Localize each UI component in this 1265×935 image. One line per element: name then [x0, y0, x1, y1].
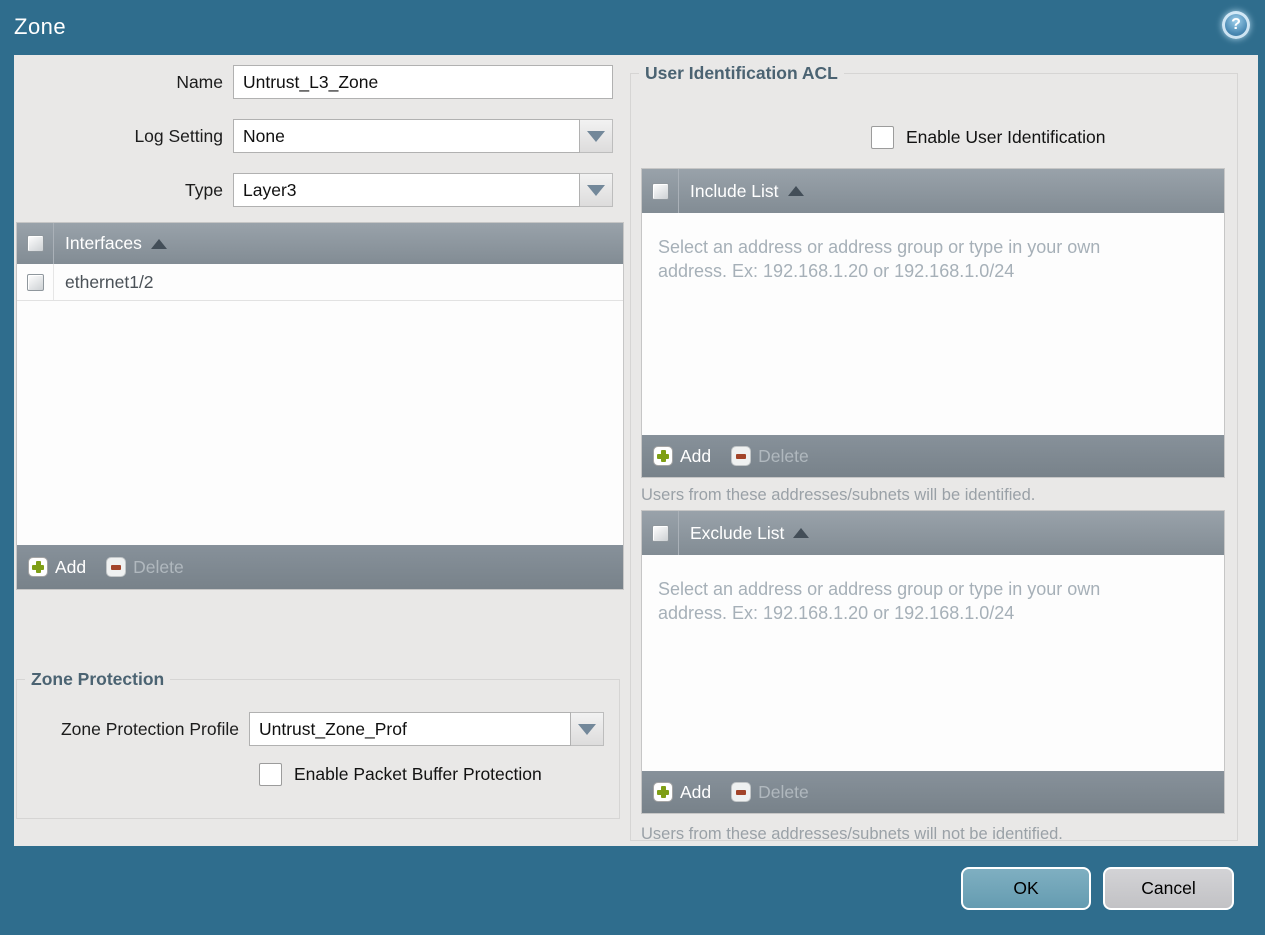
- packet-buffer-protection-row: Enable Packet Buffer Protection: [259, 763, 542, 786]
- exclude-list-table: Exclude List Select an address or addres…: [641, 510, 1225, 814]
- delete-button[interactable]: Delete: [106, 557, 184, 578]
- name-label: Name: [176, 71, 223, 92]
- exclude-list-placeholder: Select an address or address group or ty…: [658, 579, 1101, 624]
- zone-protection-legend: Zone Protection: [31, 669, 165, 689]
- exclude-list-footer: Add Delete: [642, 771, 1224, 813]
- plus-icon: [653, 782, 673, 802]
- interfaces-header-checkbox-cell: [17, 223, 54, 264]
- minus-icon: [106, 557, 127, 577]
- exclude-list-body[interactable]: Select an address or address group or ty…: [642, 555, 1224, 771]
- exclude-delete-button-label: Delete: [758, 781, 809, 802]
- interface-name: ethernet1/2: [65, 271, 154, 292]
- plus-icon: [653, 446, 673, 466]
- sort-ascending-icon: [787, 186, 804, 196]
- sort-ascending-icon: [150, 238, 167, 249]
- include-add-button-label: Add: [680, 445, 712, 466]
- enable-user-identification-label: Enable User Identification: [906, 127, 1106, 147]
- include-list-select-all-checkbox[interactable]: [651, 182, 669, 200]
- include-delete-button[interactable]: Delete: [731, 446, 809, 467]
- table-row[interactable]: ethernet1/2: [17, 264, 623, 301]
- include-list-placeholder: Select an address or address group or ty…: [658, 237, 1101, 282]
- include-list-header-checkbox-cell: [642, 169, 679, 213]
- interfaces-select-all-checkbox[interactable]: [26, 235, 44, 252]
- type-dropdown-button[interactable]: [580, 173, 613, 207]
- interface-row-checkbox-cell: [17, 264, 54, 300]
- exclude-list-header[interactable]: Exclude List: [642, 511, 1224, 555]
- include-list-hint: Users from these addresses/subnets will …: [641, 486, 1036, 504]
- zone-protection-profile-label: Zone Protection Profile: [60, 718, 239, 739]
- zone-protection-group: Zone Protection Zone Protection Profile …: [16, 669, 620, 819]
- chevron-down-icon: [587, 130, 605, 142]
- include-list-header-label: Include List: [690, 180, 779, 201]
- include-list-header[interactable]: Include List: [642, 169, 1224, 213]
- exclude-add-button[interactable]: Add: [653, 782, 711, 803]
- interfaces-table-body: ethernet1/2: [17, 264, 623, 545]
- packet-buffer-protection-label: Enable Packet Buffer Protection: [294, 764, 542, 784]
- minus-icon: [731, 446, 752, 466]
- name-input[interactable]: [233, 65, 613, 99]
- user-identification-acl-group: User Identification ACL Enable User Iden…: [630, 63, 1238, 843]
- include-list-body[interactable]: Select an address or address group or ty…: [642, 213, 1224, 435]
- plus-icon: [28, 557, 48, 577]
- type-label: Type: [185, 179, 223, 200]
- chevron-down-icon: [578, 723, 596, 735]
- interfaces-table-header[interactable]: Interfaces: [17, 223, 623, 264]
- include-list-table: Include List Select an address or addres…: [641, 168, 1225, 478]
- log-setting-input[interactable]: [233, 119, 580, 153]
- interfaces-table: Interfaces ethernet1/2 Add Delete: [16, 222, 624, 590]
- cancel-button[interactable]: Cancel: [1103, 867, 1234, 910]
- type-input[interactable]: [233, 173, 580, 207]
- exclude-add-button-label: Add: [680, 781, 712, 802]
- include-add-button[interactable]: Add: [653, 446, 711, 467]
- sort-ascending-icon: [793, 528, 810, 538]
- exclude-list-header-label: Exclude List: [690, 522, 785, 543]
- add-button[interactable]: Add: [28, 557, 86, 578]
- help-icon[interactable]: ?: [1222, 11, 1250, 39]
- exclude-list-header-checkbox-cell: [642, 511, 679, 555]
- log-setting-label: Log Setting: [134, 125, 223, 146]
- log-setting-field-row: Log Setting: [14, 119, 613, 153]
- name-field-row: Name: [14, 65, 613, 99]
- interfaces-table-footer: Add Delete: [17, 545, 623, 589]
- interface-row-checkbox[interactable]: [26, 273, 44, 291]
- dialog-body: Name Log Setting Type Interfaces: [14, 55, 1258, 846]
- enable-user-identification-row: Enable User Identification: [871, 126, 1105, 149]
- include-list-footer: Add Delete: [642, 435, 1224, 477]
- exclude-list-select-all-checkbox[interactable]: [651, 524, 669, 542]
- log-setting-dropdown-button[interactable]: [580, 119, 613, 153]
- enable-user-identification-checkbox[interactable]: [871, 126, 894, 149]
- type-field-row: Type: [14, 173, 613, 207]
- exclude-list-hint: Users from these addresses/subnets will …: [641, 825, 1063, 843]
- ok-button[interactable]: OK: [961, 867, 1091, 910]
- add-button-label: Add: [55, 556, 87, 577]
- dialog-title: Zone: [14, 14, 67, 39]
- interfaces-header-label: Interfaces: [65, 233, 142, 253]
- include-delete-button-label: Delete: [758, 445, 809, 466]
- user-identification-acl-legend: User Identification ACL: [645, 63, 838, 83]
- zone-protection-profile-input[interactable]: [249, 712, 571, 746]
- chevron-down-icon: [587, 184, 605, 196]
- exclude-delete-button[interactable]: Delete: [731, 782, 809, 803]
- packet-buffer-protection-checkbox[interactable]: [259, 763, 282, 786]
- zone-protection-profile-dropdown-button[interactable]: [571, 712, 604, 746]
- help-icon-glyph: ?: [1231, 16, 1241, 33]
- minus-icon: [731, 782, 752, 802]
- delete-button-label: Delete: [133, 556, 184, 577]
- zone-protection-profile-row: Zone Protection Profile: [17, 712, 604, 746]
